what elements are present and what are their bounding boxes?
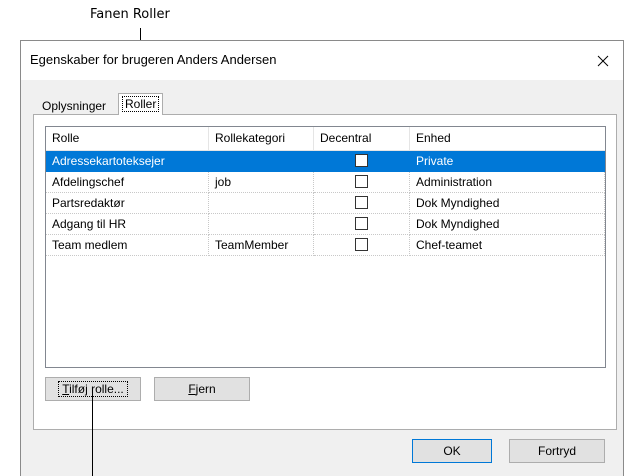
cell-enhed: Chef-teamet: [410, 235, 605, 256]
decentral-checkbox[interactable]: [355, 196, 368, 210]
column-header-rollekategori[interactable]: Rollekategori: [209, 127, 314, 150]
cell-rolle: Adgang til HR: [46, 214, 209, 235]
table-row[interactable]: Team medlem TeamMember Chef-teamet: [46, 235, 605, 256]
remove-text: jern: [195, 382, 216, 396]
cell-rollekategori: TeamMember: [209, 235, 314, 256]
callout-roller-tab-label: Fanen Roller: [90, 7, 170, 22]
add-role-text: ilføj rolle...: [69, 382, 124, 396]
callout-line-bottom: [92, 392, 93, 476]
cell-rolle: Team medlem: [46, 235, 209, 256]
cell-rollekategori: job: [209, 172, 314, 193]
tab-oplysninger[interactable]: Oplysninger: [39, 97, 109, 115]
ok-button[interactable]: OK: [412, 439, 492, 463]
roles-list-header: Rolle Rollekategori Decentral Enhed: [46, 127, 605, 151]
close-button[interactable]: [583, 41, 623, 80]
cell-rolle: Partsredaktør: [46, 193, 209, 214]
decentral-checkbox[interactable]: [355, 238, 368, 252]
cell-enhed: Private: [410, 151, 605, 172]
cell-decentral: [314, 172, 410, 193]
cell-rollekategori: [209, 214, 314, 235]
decentral-checkbox[interactable]: [355, 175, 368, 189]
cell-rolle: Afdelingschef: [46, 172, 209, 193]
close-icon: [597, 55, 609, 66]
column-header-rolle[interactable]: Rolle: [46, 127, 209, 150]
roles-list[interactable]: Rolle Rollekategori Decentral Enhed Adre…: [45, 126, 606, 368]
add-role-button[interactable]: Tilføj rolle...: [45, 377, 141, 401]
remove-button[interactable]: Fjern: [154, 377, 250, 401]
column-header-decentral[interactable]: Decentral: [314, 127, 410, 150]
table-row[interactable]: Afdelingschef job Administration: [46, 172, 605, 193]
tab-roller[interactable]: Roller: [118, 93, 164, 115]
table-row[interactable]: Adressekartoteksejer Private: [46, 151, 605, 172]
properties-dialog: Egenskaber for brugeren Anders Andersen …: [20, 40, 624, 476]
cell-enhed: Administration: [410, 172, 605, 193]
cell-rolle: Adressekartoteksejer: [46, 151, 209, 172]
decentral-checkbox[interactable]: [355, 217, 368, 231]
cell-decentral: [314, 235, 410, 256]
title-bar: Egenskaber for brugeren Anders Andersen: [21, 41, 623, 80]
decentral-checkbox[interactable]: [355, 154, 368, 168]
cell-decentral: [314, 193, 410, 214]
cell-enhed: Dok Myndighed: [410, 214, 605, 235]
tab-roller-label: Roller: [122, 96, 160, 112]
table-row[interactable]: Partsredaktør Dok Myndighed: [46, 193, 605, 214]
table-row[interactable]: Adgang til HR Dok Myndighed: [46, 214, 605, 235]
cell-decentral: [314, 151, 410, 172]
cell-rollekategori: [209, 193, 314, 214]
cell-decentral: [314, 214, 410, 235]
column-header-enhed[interactable]: Enhed: [410, 127, 605, 150]
cell-rollekategori: [209, 151, 314, 172]
remove-mnemonic: F: [188, 382, 196, 396]
cancel-button[interactable]: Fortryd: [509, 439, 605, 463]
dialog-title: Egenskaber for brugeren Anders Andersen: [30, 52, 277, 67]
cell-enhed: Dok Myndighed: [410, 193, 605, 214]
roller-tab-panel: Rolle Rollekategori Decentral Enhed Adre…: [33, 114, 617, 430]
